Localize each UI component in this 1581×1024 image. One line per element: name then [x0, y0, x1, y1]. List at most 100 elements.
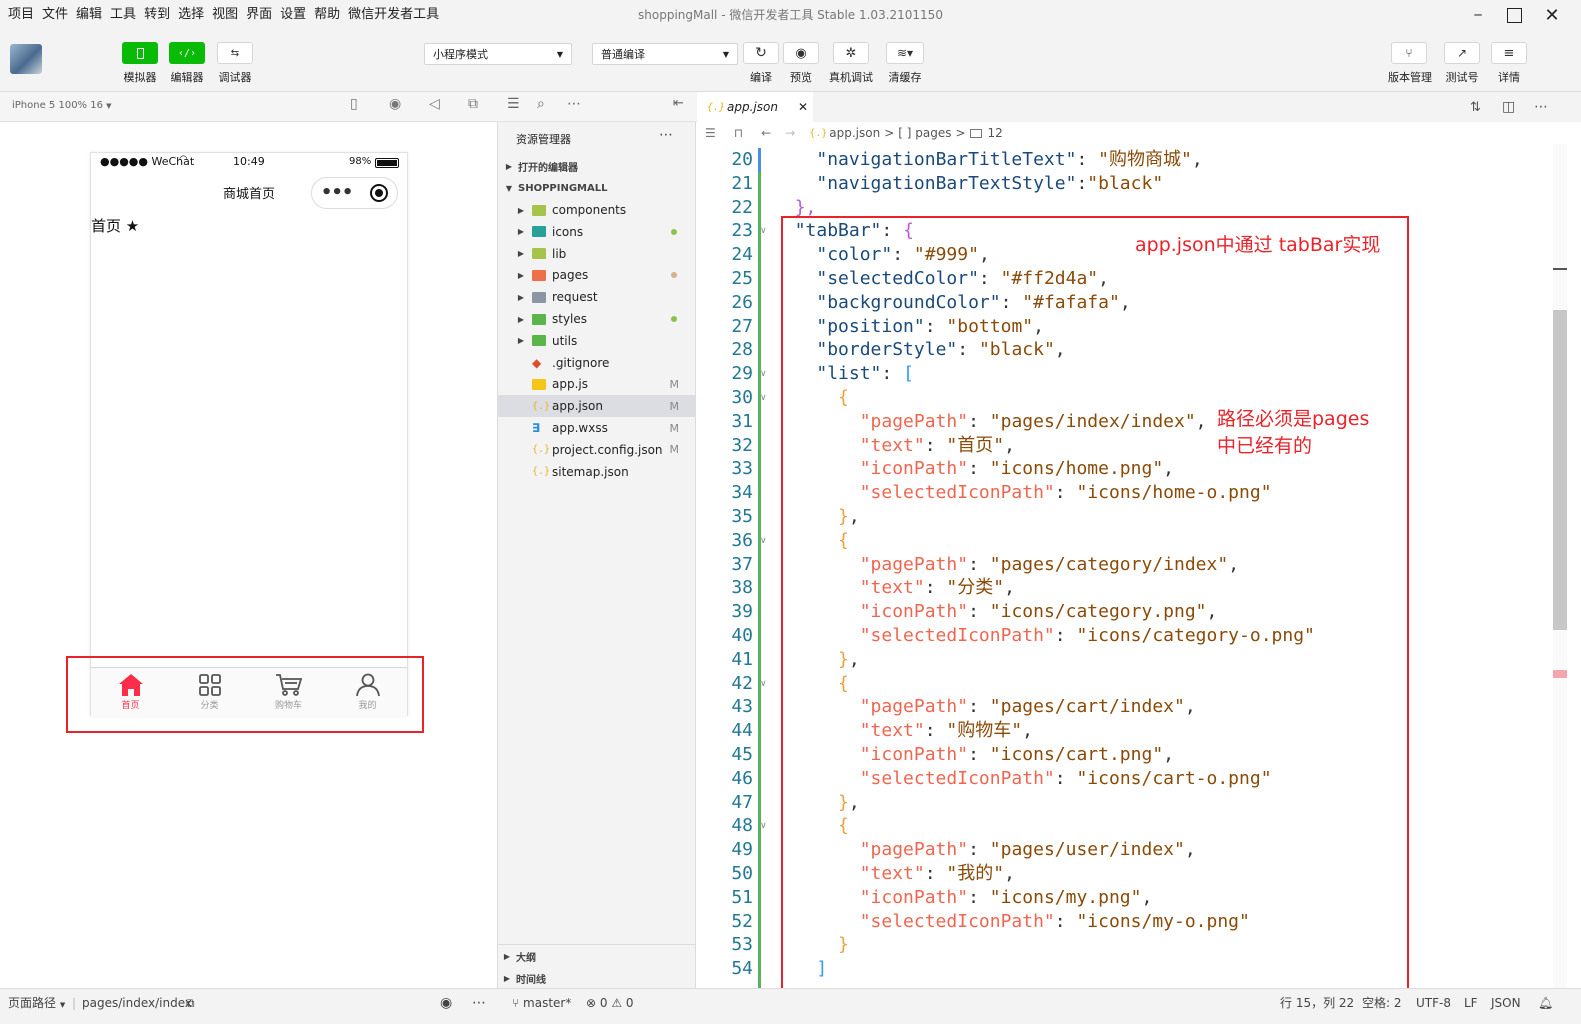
clear-cache-label: 清缓存	[888, 71, 922, 84]
editor-more-icon[interactable]: ⋯	[1534, 99, 1548, 115]
code-text: "navigationBarTitleText": "购物商城",	[773, 148, 1203, 172]
folder-item[interactable]: ▶ icons	[498, 221, 695, 243]
record-icon[interactable]: ◉	[389, 96, 401, 112]
test-id-button[interactable]: ↗	[1444, 42, 1480, 64]
line-number: 49	[731, 839, 753, 861]
editor-scroll-thumb[interactable]	[1553, 310, 1567, 630]
editor-button[interactable]: ‹/›	[169, 42, 205, 64]
menu-item[interactable]: 设置	[276, 0, 310, 30]
device-select[interactable]: iPhone 5 100% 16 ▼	[12, 100, 112, 111]
folder-item[interactable]: ▶ utils	[498, 330, 695, 352]
file-item[interactable]: ◆ .gitignore	[498, 352, 695, 374]
json-file-icon: {.}	[707, 101, 726, 113]
preview-button[interactable]: ◉	[783, 42, 819, 64]
menu-item[interactable]: 微信开发者工具	[344, 0, 443, 30]
folder-item[interactable]: ▶ request	[498, 286, 695, 308]
bookmark-icon[interactable]: ⊓	[734, 126, 743, 140]
simulator-button[interactable]	[122, 42, 158, 64]
breadcrumb: ☰ ⊓ ← → {.} app.json > [ ] pages > 12	[697, 122, 1581, 144]
close-mini-program-icon[interactable]	[370, 184, 389, 202]
git-branch[interactable]: ⑂ master*	[512, 989, 571, 1017]
menu-item[interactable]: 编辑	[72, 0, 106, 30]
minimize-icon[interactable]: ─	[1460, 0, 1496, 30]
search-icon[interactable]: ⌕	[537, 96, 545, 112]
file-item[interactable]: ∃ app.wxss M	[498, 417, 695, 439]
eye-icon[interactable]: ◉	[440, 989, 452, 1017]
more-icon[interactable]: ⋯	[567, 96, 581, 112]
menu-item[interactable]: 界面	[242, 0, 276, 30]
more-dots-icon[interactable]: •••	[321, 184, 354, 202]
bug-icon: ✲	[845, 45, 857, 61]
sound-icon[interactable]: ◁	[429, 96, 440, 112]
compile-button[interactable]: ↻	[743, 42, 779, 64]
project-section[interactable]: ▼ SHOPPINGMALL	[498, 177, 695, 199]
breadcrumb-file[interactable]: app.json	[829, 126, 880, 140]
outline-section[interactable]: ▶ 大纲	[498, 945, 695, 967]
forward-arrow-icon[interactable]: →	[785, 126, 795, 140]
line-number: 53	[731, 934, 753, 956]
avatar[interactable]	[10, 44, 42, 74]
editor-tab-app-json[interactable]: {.} app.json ✕	[697, 92, 813, 122]
split-editor-icon[interactable]: ◫	[1502, 99, 1515, 115]
list-icon[interactable]: ☰	[705, 126, 716, 140]
close-window-icon[interactable]: ✕	[1534, 0, 1570, 30]
folder-item[interactable]: ▶ styles	[498, 308, 695, 330]
line-number: 35	[731, 506, 753, 527]
menu-item[interactable]: 转到	[140, 0, 174, 30]
file-item[interactable]: {.} sitemap.json	[498, 461, 695, 483]
status-separator: |	[72, 996, 77, 1010]
project-section-label: SHOPPINGMALL	[518, 182, 608, 194]
line-number: 33	[731, 458, 753, 480]
eye-icon: ◉	[795, 45, 807, 61]
more-icon[interactable]: ⋯	[472, 989, 486, 1017]
file-item[interactable]: {.} app.json M	[498, 395, 695, 418]
cursor-position[interactable]: 行 15，列 22	[1280, 989, 1354, 1017]
file-name: app.wxss	[552, 421, 608, 435]
mode-select[interactable]: 小程序模式 ▼	[424, 43, 572, 65]
menu-item[interactable]: 项目	[4, 0, 38, 30]
menu-item[interactable]: 视图	[208, 0, 242, 30]
problems-count[interactable]: ⊗ 0 ⚠ 0	[586, 989, 634, 1017]
maximize-icon[interactable]	[1496, 0, 1532, 30]
version-button[interactable]: ⑂	[1391, 42, 1427, 64]
details-button[interactable]: ≡	[1491, 42, 1527, 64]
outline-label: 大纲	[516, 952, 536, 964]
open-editors-section[interactable]: ▶ 打开的编辑器	[498, 155, 695, 177]
breadcrumb-node[interactable]: [ ] pages	[898, 126, 951, 140]
breadcrumb-count[interactable]: 12	[988, 126, 1003, 140]
menu-item[interactable]: 帮助	[310, 0, 344, 30]
timeline-section[interactable]: ▶ 时间线	[498, 967, 695, 989]
capsule-menu[interactable]: •••	[311, 177, 398, 209]
close-tab-icon[interactable]: ✕	[798, 100, 808, 114]
line-ending[interactable]: LF	[1464, 989, 1478, 1017]
phone-rotate-icon[interactable]: ▯	[350, 96, 358, 112]
clear-cache-button[interactable]: ≋▾	[886, 42, 924, 64]
menu-item[interactable]: 选择	[174, 0, 208, 30]
file-item[interactable]: {.} project.config.json M	[498, 439, 695, 461]
code-token: ,	[1191, 149, 1203, 170]
explorer-more-icon[interactable]: ⋯	[659, 127, 673, 143]
indent-setting[interactable]: 空格: 2	[1362, 989, 1402, 1017]
folder-item[interactable]: ▶ components	[498, 199, 695, 221]
list-icon[interactable]: ☰	[507, 96, 520, 112]
menu-item[interactable]: 工具	[106, 0, 140, 30]
language-mode[interactable]: JSON	[1491, 989, 1521, 1017]
debugger-button[interactable]: ⇆	[217, 42, 253, 64]
folder-item[interactable]: ▶ lib	[498, 243, 695, 265]
menu-item[interactable]: 文件	[38, 0, 72, 30]
line-number: 31	[731, 410, 753, 432]
page-path-select[interactable]: 页面路径 ▼	[8, 989, 65, 1019]
compare-icon[interactable]: ⇅	[1470, 100, 1481, 115]
window-icon[interactable]: ⧉	[468, 96, 478, 112]
bell-icon[interactable]: 🔔︎	[1538, 989, 1553, 1017]
copy-icon[interactable]: ⧉	[186, 989, 195, 1017]
collapse-panel-icon[interactable]: ⇤	[673, 96, 684, 111]
folder-icon	[532, 335, 546, 347]
folder-item[interactable]: ▶ pages	[498, 264, 695, 286]
real-debug-button[interactable]: ✲	[833, 42, 869, 64]
partial-code-line: "navigationBarBackgroundColor": "#fff",	[697, 144, 1581, 146]
file-item[interactable]: app.js M	[498, 373, 695, 395]
encoding[interactable]: UTF-8	[1416, 989, 1451, 1017]
back-arrow-icon[interactable]: ←	[761, 126, 771, 140]
compile-select[interactable]: 普通编译 ▼	[592, 43, 738, 65]
